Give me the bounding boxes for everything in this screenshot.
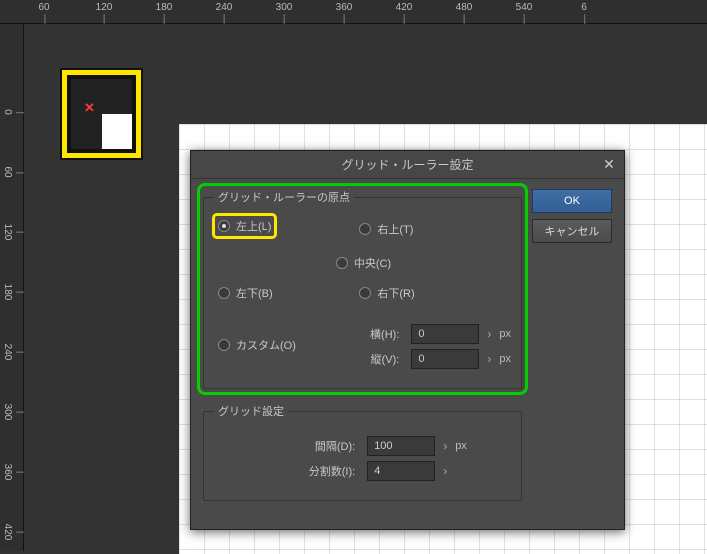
radio-bottom-left-wrap: 左下(B)	[218, 285, 317, 301]
radio-center[interactable]	[336, 257, 348, 269]
radio-bottom-right-label: 右下(R)	[377, 285, 414, 301]
grid-ruler-settings-dialog: グリッド・ルーラー設定 ✕ グリッド・ルーラーの原点 左上(L) 右上(T)	[190, 150, 625, 530]
origin-v-label: 縦(V):	[359, 351, 399, 367]
grid-divisions-stepper-icon[interactable]: ›	[443, 464, 447, 478]
cancel-button[interactable]: キャンセル	[532, 219, 612, 243]
radio-top-left-label: 左上(L)	[236, 218, 271, 234]
ruler-tick: 360	[336, 2, 353, 13]
vertical-ruler: 0 60 120 180 240 300 360 420	[0, 0, 24, 551]
ruler-tick: 120	[96, 2, 113, 13]
origin-h-unit: px	[499, 328, 511, 340]
grid-interval-input[interactable]: 100	[367, 436, 435, 456]
grid-interval-stepper-icon[interactable]: ›	[443, 439, 447, 453]
radio-top-left-wrap: 左上(L)	[216, 217, 317, 245]
origin-v-input[interactable]: 0	[411, 349, 479, 369]
close-icon[interactable]: ✕	[600, 155, 618, 173]
ruler-tick: 6	[581, 2, 587, 13]
ruler-tick: 120	[2, 224, 13, 241]
origin-marker-icon: ✕	[84, 100, 95, 116]
radio-top-left[interactable]	[218, 220, 230, 232]
ruler-tick: 180	[2, 284, 13, 301]
grid-divisions-input[interactable]: 4	[367, 461, 435, 481]
ruler-tick: 300	[276, 2, 293, 13]
origin-group: グリッド・ルーラーの原点 左上(L) 右上(T)	[203, 189, 522, 389]
grid-divisions-label: 分割数(I):	[260, 463, 355, 479]
ruler-tick: 540	[516, 2, 533, 13]
ok-button[interactable]: OK	[532, 189, 612, 213]
ruler-tick: 360	[2, 464, 13, 481]
ruler-tick: 60	[2, 166, 13, 177]
grid-settings-group: グリッド設定 間隔(D): 100 › px 分割数(I): 4 › px	[203, 403, 522, 501]
horizontal-ruler: 60 120 180 240 300 360 420 480 540 6	[0, 0, 707, 24]
origin-group-legend: グリッド・ルーラーの原点	[214, 189, 354, 205]
ruler-tick: 300	[2, 404, 13, 421]
grid-interval-label: 間隔(D):	[260, 438, 355, 454]
radio-custom-wrap: カスタム(O)	[218, 323, 317, 366]
origin-h-stepper-icon[interactable]: ›	[487, 327, 491, 341]
ruler-tick: 180	[156, 2, 173, 13]
origin-preview-inner: ✕	[71, 79, 132, 149]
ruler-tick: 240	[216, 2, 233, 13]
radio-bottom-right-wrap: 右下(R)	[359, 285, 511, 301]
radio-top-right[interactable]	[359, 223, 371, 235]
radio-center-label: 中央(C)	[354, 255, 391, 271]
radio-bottom-left[interactable]	[218, 287, 230, 299]
origin-h-label: 横(H):	[359, 326, 399, 342]
origin-h-input[interactable]: 0	[411, 324, 479, 344]
dialog-titlebar[interactable]: グリッド・ルーラー設定 ✕	[191, 151, 624, 179]
radio-custom-label: カスタム(O)	[236, 337, 296, 353]
radio-top-right-wrap: 右上(T)	[359, 221, 511, 237]
ruler-tick: 420	[396, 2, 413, 13]
origin-preview-highlight: ✕	[62, 70, 141, 158]
ruler-tick: 240	[2, 344, 13, 361]
ruler-tick: 420	[2, 524, 13, 541]
grid-settings-legend: グリッド設定	[214, 403, 288, 419]
origin-preview-corner	[102, 114, 133, 149]
radio-bottom-right[interactable]	[359, 287, 371, 299]
radio-custom[interactable]	[218, 339, 230, 351]
ruler-tick: 60	[38, 2, 49, 13]
radio-top-right-label: 右上(T)	[377, 221, 413, 237]
ruler-tick: 480	[456, 2, 473, 13]
grid-interval-unit: px	[455, 440, 467, 452]
radio-center-wrap: 中央(C)	[336, 255, 391, 271]
ruler-tick: 0	[2, 109, 13, 115]
radio-bottom-left-label: 左下(B)	[236, 285, 273, 301]
highlight-top-left: 左上(L)	[216, 217, 273, 235]
dialog-title: グリッド・ルーラー設定	[341, 156, 473, 173]
origin-v-unit: px	[499, 353, 511, 365]
origin-v-stepper-icon[interactable]: ›	[487, 352, 491, 366]
